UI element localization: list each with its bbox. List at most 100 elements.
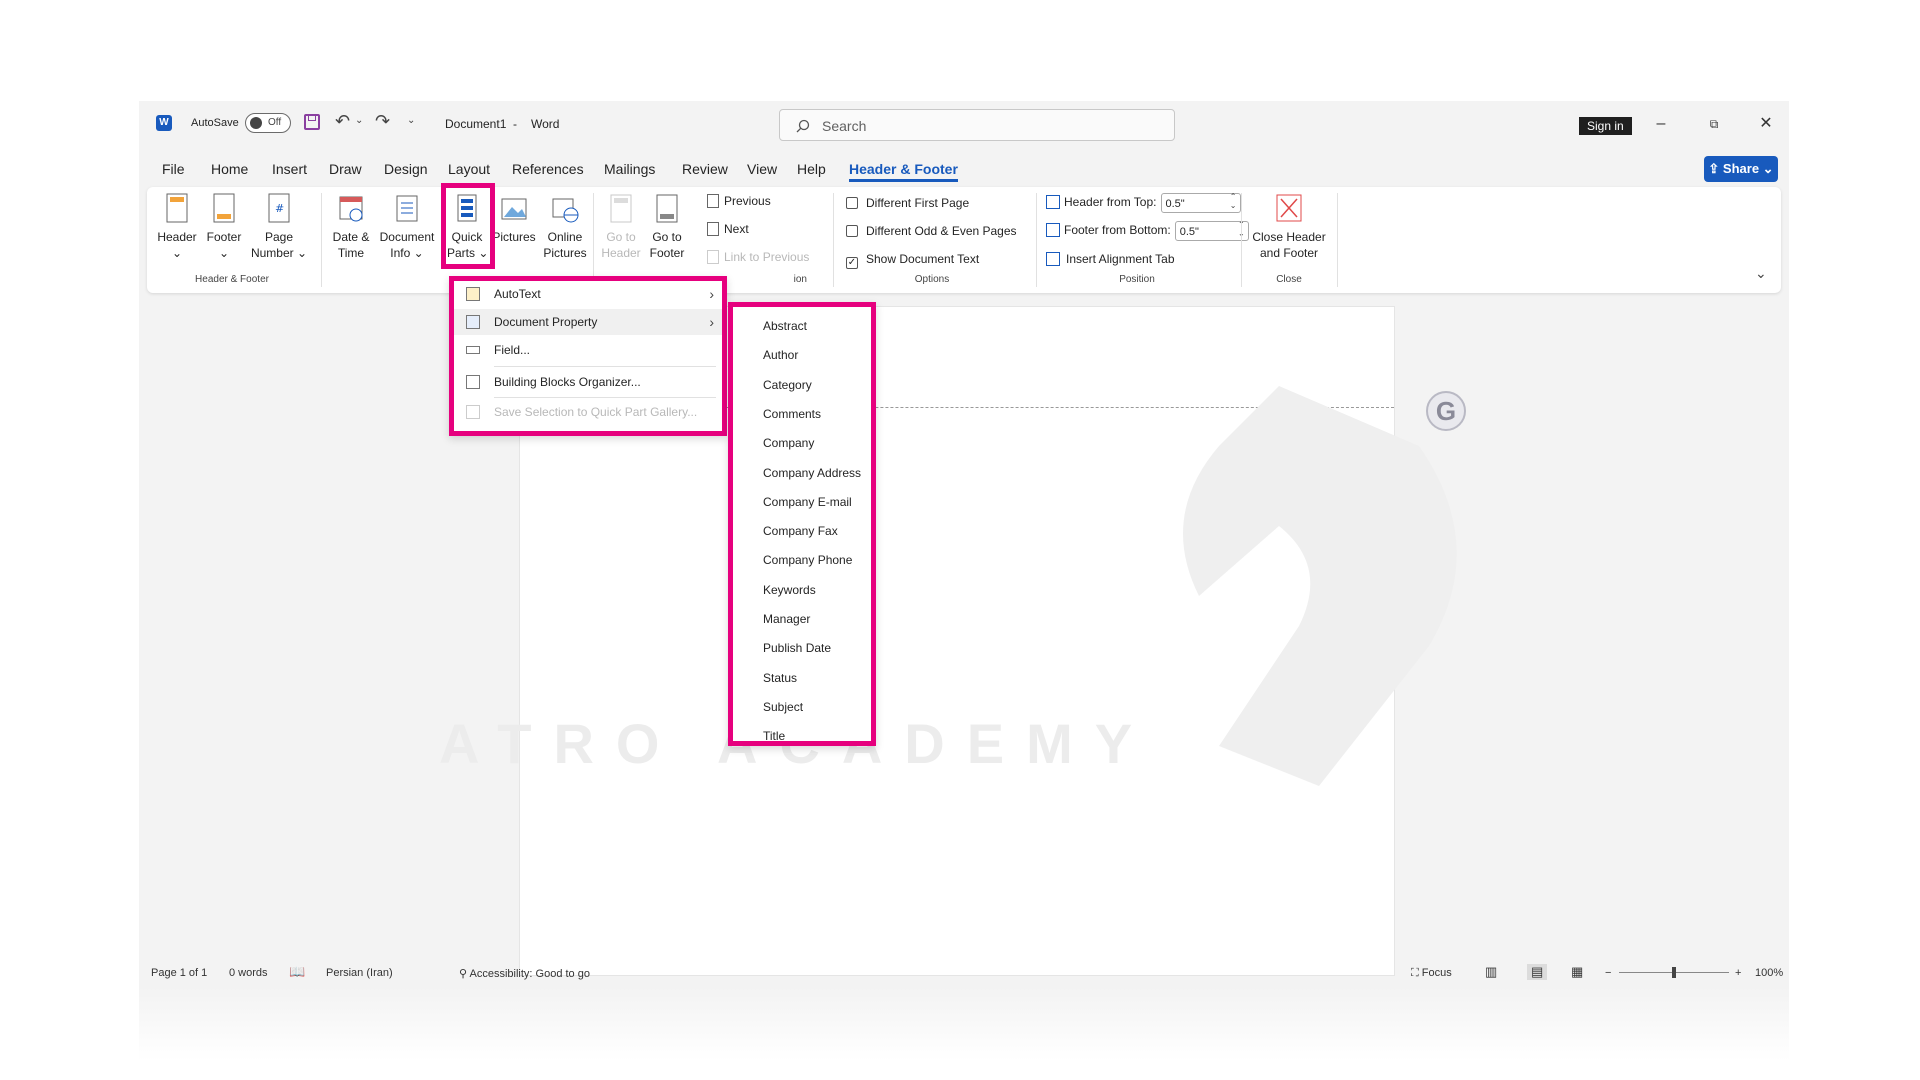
proofing-icon[interactable]: 📖 (289, 964, 305, 980)
search-icon (796, 119, 810, 133)
go-to-header-icon (607, 193, 635, 225)
customize-qat-icon[interactable]: ⌄ (407, 115, 415, 126)
restore-icon[interactable]: ⧉ (1699, 111, 1729, 137)
word-count[interactable]: 0 words (229, 967, 268, 979)
autotext-icon (466, 287, 480, 301)
date-time-button[interactable]: Date & Time (327, 193, 375, 261)
save-icon[interactable] (304, 114, 320, 130)
menu-item-publish-date[interactable]: Publish Date (763, 641, 831, 655)
redo-icon[interactable]: ↷ (375, 111, 390, 132)
tab-mailings[interactable]: Mailings (604, 161, 655, 177)
insert-alignment-tab-button[interactable]: Insert Alignment Tab (1046, 251, 1175, 267)
document-info-button[interactable]: Document Info ⌄ (377, 193, 437, 261)
zoom-out-icon[interactable]: − (1605, 967, 1611, 979)
tab-layout[interactable]: Layout (448, 161, 490, 177)
word-logo-icon: W (156, 115, 172, 131)
sign-in-button[interactable]: Sign in (1579, 117, 1632, 135)
footer-position-icon (1046, 223, 1060, 238)
next-label: Next (724, 222, 749, 236)
accessibility-icon: ⚲ (459, 968, 470, 980)
different-first-page-checkbox[interactable]: Different First Page (846, 195, 969, 211)
zoom-in-icon[interactable]: + (1735, 967, 1741, 979)
menu-item-category[interactable]: Category (763, 378, 812, 392)
tab-file[interactable]: File (162, 161, 185, 177)
menu-item-abstract[interactable]: Abstract (763, 319, 807, 333)
header-button[interactable]: Header ⌄ (155, 193, 199, 261)
menu-item-comments[interactable]: Comments (763, 407, 821, 421)
show-document-text-checkbox[interactable]: ✓ Show Document Text (846, 251, 979, 269)
menu-item-title[interactable]: Title (763, 729, 785, 743)
menu-item-author[interactable]: Author (763, 348, 798, 362)
different-odd-even-checkbox[interactable]: Different Odd & Even Pages (846, 223, 1017, 239)
close-icon[interactable]: ✕ (1751, 111, 1781, 137)
page-count[interactable]: Page 1 of 1 (151, 967, 207, 979)
tab-insert[interactable]: Insert (272, 161, 307, 177)
autosave-toggle[interactable]: Off (245, 113, 291, 133)
share-button[interactable]: ⇪ Share ⌄ (1704, 156, 1778, 182)
web-layout-icon[interactable]: ▦ (1571, 964, 1583, 980)
accessibility-status[interactable]: ⚲ Accessibility: Good to go (459, 967, 590, 980)
undo-dropdown-icon[interactable]: ⌄ (355, 115, 363, 126)
header-from-top-input[interactable]: 0.5" (1160, 192, 1241, 213)
undo-icon[interactable]: ↶ (335, 111, 350, 132)
next-button[interactable]: Next (707, 221, 749, 237)
previous-label: Previous (724, 194, 771, 208)
language-status[interactable]: Persian (Iran) (326, 967, 393, 979)
menu-item-field[interactable]: Field... (454, 337, 722, 363)
header-from-top-label: Header from Top: (1064, 195, 1157, 210)
menu-item-company-fax[interactable]: Company Fax (763, 524, 838, 538)
quick-parts-highlight (441, 183, 495, 269)
collapse-ribbon-icon[interactable]: ⌄ (1755, 265, 1767, 282)
field-icon (466, 346, 480, 354)
group-separator (1241, 193, 1242, 287)
menu-item-building-blocks-organizer[interactable]: Building Blocks Organizer... (454, 369, 722, 395)
close-header-footer-button[interactable]: Close Header and Footer (1247, 193, 1331, 261)
focus-button[interactable]: ⛶ Focus (1411, 967, 1452, 980)
page-number-label-1: Page (264, 230, 294, 244)
next-icon (707, 222, 719, 236)
menu-item-document-property[interactable]: Document Property › (454, 309, 722, 335)
tab-references[interactable]: References (512, 161, 584, 177)
menu-item-subject[interactable]: Subject (763, 700, 803, 714)
pictures-button[interactable]: Pictures (491, 193, 537, 245)
menu-item-save-selection[interactable]: Save Selection to Quick Part Gallery... (454, 399, 722, 425)
menu-item-company[interactable]: Company (763, 436, 814, 450)
link-icon (707, 250, 719, 264)
field-label: Field... (494, 343, 531, 357)
header-label: Header (157, 230, 197, 244)
go-to-header-label-2: Header (601, 246, 641, 260)
menu-item-autotext[interactable]: AutoText › (454, 281, 722, 307)
go-to-footer-button[interactable]: Go to Footer (645, 193, 689, 261)
footer-from-bottom-input[interactable]: 0.5" (1174, 220, 1249, 241)
search-box[interactable]: Search (779, 109, 1175, 141)
link-to-previous-button[interactable]: Link to Previous (707, 249, 809, 265)
group-position-label: Position (1119, 274, 1155, 285)
tab-header-footer[interactable]: Header & Footer (849, 161, 958, 182)
tab-draw[interactable]: Draw (329, 161, 362, 177)
online-pictures-button[interactable]: Online Pictures (541, 193, 589, 261)
menu-item-keywords[interactable]: Keywords (763, 583, 816, 597)
menu-item-company-phone[interactable]: Company Phone (763, 553, 852, 567)
menu-item-manager[interactable]: Manager (763, 612, 810, 626)
tab-view[interactable]: View (747, 161, 777, 177)
footer-from-bottom-row: Footer from Bottom: 0.5" (1046, 220, 1249, 241)
tab-help[interactable]: Help (797, 161, 826, 177)
footer-button[interactable]: Footer ⌄ (202, 193, 246, 261)
zoom-slider-thumb[interactable] (1672, 967, 1676, 978)
tab-home[interactable]: Home (211, 161, 248, 177)
zoom-level[interactable]: 100% (1755, 967, 1783, 979)
page-number-button[interactable]: # Page Number ⌄ (249, 193, 309, 261)
group-options-label: Options (914, 274, 950, 285)
tab-review[interactable]: Review (682, 161, 728, 177)
grammarly-icon[interactable]: G (1426, 391, 1466, 431)
previous-button[interactable]: Previous (707, 193, 771, 209)
minimize-icon[interactable]: – (1646, 111, 1676, 137)
menu-item-status[interactable]: Status (763, 671, 797, 685)
read-mode-icon[interactable]: ▥ (1485, 964, 1497, 980)
menu-item-company-e-mail[interactable]: Company E-mail (763, 495, 852, 509)
menu-item-company-address[interactable]: Company Address (763, 466, 861, 480)
checkmark-icon: ✓ (846, 257, 858, 269)
tab-design[interactable]: Design (384, 161, 428, 177)
go-to-header-button[interactable]: Go to Header (599, 193, 643, 261)
print-layout-icon[interactable]: ▤ (1527, 964, 1548, 980)
